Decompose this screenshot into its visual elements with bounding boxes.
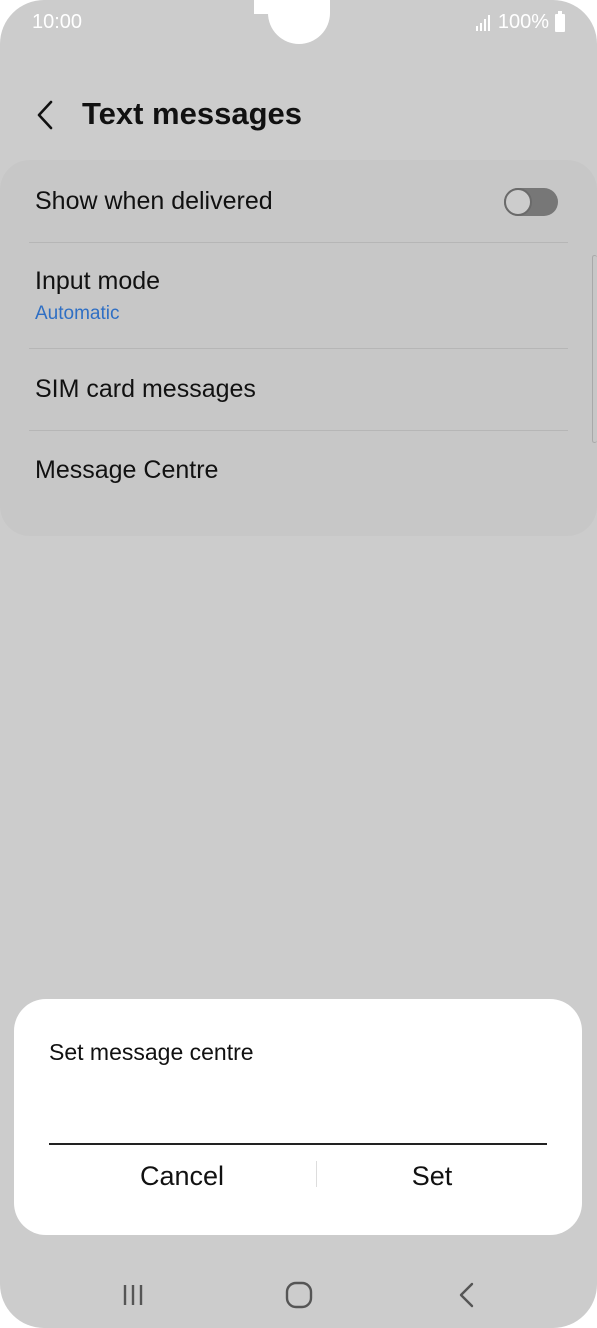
camera-notch (268, 0, 330, 44)
page-title: Text messages (82, 96, 302, 131)
signal-icon (475, 14, 490, 31)
setting-sim-card-messages[interactable]: SIM card messages (29, 349, 568, 430)
scrollbar[interactable] (592, 255, 597, 443)
toggle-knob (504, 188, 532, 216)
dialog-title: Set message centre (49, 1039, 254, 1065)
status-time: 10:00 (32, 11, 83, 33)
phone-screen: 10:00 100% Text messages Show when deliv… (0, 0, 597, 1328)
settings-card: Show when delivered Input mode Automatic… (0, 160, 597, 536)
battery-percent: 100% (497, 11, 549, 33)
status-bar: 10:00 100% (0, 0, 597, 46)
notch-shoulder (254, 0, 268, 14)
home-icon (285, 1281, 313, 1309)
recents-button[interactable] (103, 1270, 163, 1320)
show-when-delivered-toggle[interactable] (504, 188, 558, 216)
message-centre-input[interactable] (49, 1089, 547, 1145)
back-icon (459, 1282, 474, 1308)
setting-label: Show when delivered (35, 187, 273, 215)
status-icons: 100% (475, 10, 565, 34)
home-button[interactable] (269, 1270, 329, 1320)
set-message-centre-dialog: Set message centre Cancel Set (14, 999, 582, 1235)
setting-label: Message Centre (35, 456, 219, 484)
cancel-button[interactable]: Cancel (52, 1154, 312, 1198)
chevron-left-icon[interactable] (34, 98, 58, 132)
setting-value: Automatic (35, 303, 120, 324)
back-button[interactable] (437, 1270, 497, 1320)
navigation-bar (0, 1262, 597, 1328)
set-button[interactable]: Set (302, 1154, 562, 1198)
recents-icon (123, 1285, 143, 1305)
setting-show-when-delivered[interactable]: Show when delivered (29, 160, 568, 242)
setting-label: SIM card messages (35, 375, 256, 403)
battery-icon (555, 10, 565, 32)
setting-message-centre[interactable]: Message Centre (29, 431, 568, 511)
app-header: Text messages (0, 78, 597, 154)
setting-input-mode[interactable]: Input mode Automatic (29, 243, 568, 348)
setting-label: Input mode (35, 267, 161, 295)
